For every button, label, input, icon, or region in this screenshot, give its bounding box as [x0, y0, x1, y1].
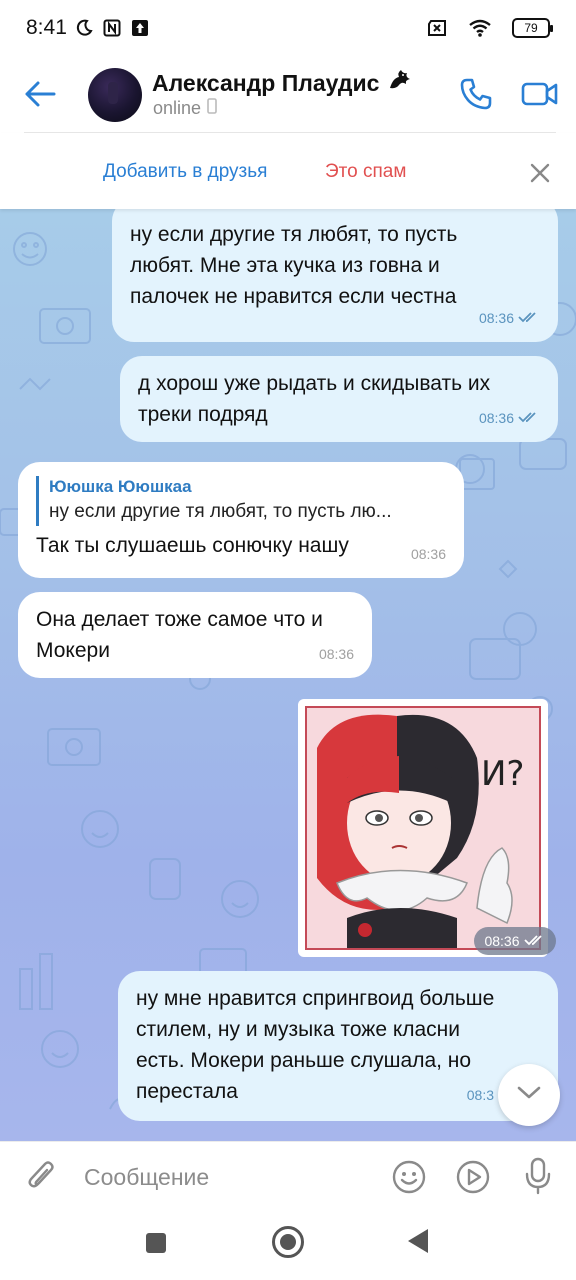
- message-meta: 08:36: [319, 639, 354, 670]
- sticker-image: И?: [305, 706, 541, 950]
- chevron-down-icon: [516, 1085, 542, 1106]
- add-friend-button[interactable]: Добавить в друзья: [103, 161, 267, 183]
- message-input[interactable]: [84, 1160, 364, 1194]
- nfc-icon: [103, 19, 121, 37]
- reply-author: Ююшка Ююшкаа: [49, 477, 192, 496]
- message-text: стилем, ну и музыка тоже класни: [136, 1018, 461, 1041]
- contact-name-row[interactable]: Александр Плаудис: [152, 68, 413, 98]
- double-check-icon: [523, 933, 546, 949]
- chat-area[interactable]: ну если другие тя любят, то пусть любят.…: [0, 209, 576, 1141]
- message-time: 08:36: [484, 933, 520, 949]
- avatar[interactable]: [88, 68, 142, 122]
- message-text: любят. Мне эта кучка из говна и: [130, 254, 440, 277]
- message-composer: [0, 1141, 576, 1211]
- message-text: ну мне нравится спрингвоид больше: [136, 987, 495, 1010]
- message-bubble-outgoing[interactable]: д хорош уже рыдать и скидывать их треки …: [120, 356, 558, 442]
- sticker-caption: И?: [481, 754, 525, 794]
- status-bar: 8:41 79: [0, 0, 576, 56]
- video-camera-icon[interactable]: [520, 74, 560, 114]
- phone-device-icon: [207, 98, 217, 119]
- chat-header: Александр Плаудис online: [0, 56, 576, 132]
- sticker-time-badge: 08:36: [474, 927, 556, 955]
- message-bubble-incoming[interactable]: Она делает тоже самое что и Мокери 08:36: [18, 592, 372, 678]
- report-spam-button[interactable]: Это спам: [325, 161, 406, 183]
- sticker-message[interactable]: И?: [298, 699, 548, 957]
- dragon-emoji-icon: [387, 68, 413, 98]
- contact-name: Александр Плаудис: [152, 69, 380, 96]
- wifi-icon: [468, 19, 492, 37]
- battery-indicator: 79: [512, 18, 553, 38]
- double-check-icon: [518, 403, 540, 434]
- paperclip-icon[interactable]: [24, 1158, 60, 1194]
- message-text: ну если другие тя любят, то пусть: [130, 223, 458, 246]
- contact-status-row: online: [153, 98, 217, 119]
- reply-quote[interactable]: Ююшка Ююшкаа ну если другие тя любят, то…: [36, 476, 446, 526]
- message-time: 08:36: [318, 646, 354, 662]
- double-check-icon: [518, 303, 540, 334]
- message-meta: 08:36: [411, 539, 446, 570]
- message-meta: 08:36: [479, 403, 540, 434]
- message-time: 08:36: [410, 546, 446, 562]
- recent-apps-icon[interactable]: [146, 1233, 166, 1253]
- play-circle-icon[interactable]: [454, 1158, 492, 1196]
- back-icon[interactable]: [408, 1229, 428, 1253]
- contact-status: online: [153, 98, 202, 118]
- message-bubble-outgoing[interactable]: ну мне нравится спрингвоид больше стилем…: [118, 971, 558, 1121]
- moon-icon: [75, 19, 93, 37]
- message-text: есть. Мокери раньше слушала, но: [136, 1049, 472, 1072]
- message-text: Мокери: [36, 639, 110, 662]
- message-time: 08:3: [466, 1087, 494, 1103]
- scroll-to-bottom-button[interactable]: [498, 1064, 560, 1126]
- microphone-icon[interactable]: [520, 1156, 556, 1196]
- message-time: 08:36: [478, 410, 514, 426]
- reply-text: ну если другие тя любят, то пусть лю...: [49, 501, 392, 522]
- system-nav-bar: [0, 1211, 576, 1280]
- status-time: 8:41: [26, 16, 67, 39]
- sim-off-icon: [426, 19, 448, 37]
- upload-icon: [131, 19, 149, 37]
- home-icon[interactable]: [272, 1226, 304, 1258]
- sticker-character-art: [317, 714, 513, 948]
- message-time: 08:36: [478, 310, 514, 326]
- close-icon[interactable]: [526, 159, 554, 187]
- unknown-contact-actions: Добавить в друзья Это спам: [0, 133, 576, 209]
- smiley-icon[interactable]: [390, 1158, 428, 1196]
- message-meta: 08:36: [479, 303, 540, 334]
- arrow-left-icon[interactable]: [22, 76, 58, 112]
- message-text: д хорош уже рыдать и скидывать их: [138, 372, 491, 395]
- message-text: Так ты слушаешь сонючку нашу: [36, 534, 349, 557]
- phone-icon[interactable]: [456, 74, 496, 114]
- message-bubble-outgoing[interactable]: ну если другие тя любят, то пусть любят.…: [112, 209, 558, 342]
- message-bubble-incoming[interactable]: Ююшка Ююшкаа ну если другие тя любят, то…: [18, 462, 464, 578]
- message-meta: 08:3: [467, 1080, 494, 1111]
- message-text: Она делает тоже самое что и: [36, 608, 323, 631]
